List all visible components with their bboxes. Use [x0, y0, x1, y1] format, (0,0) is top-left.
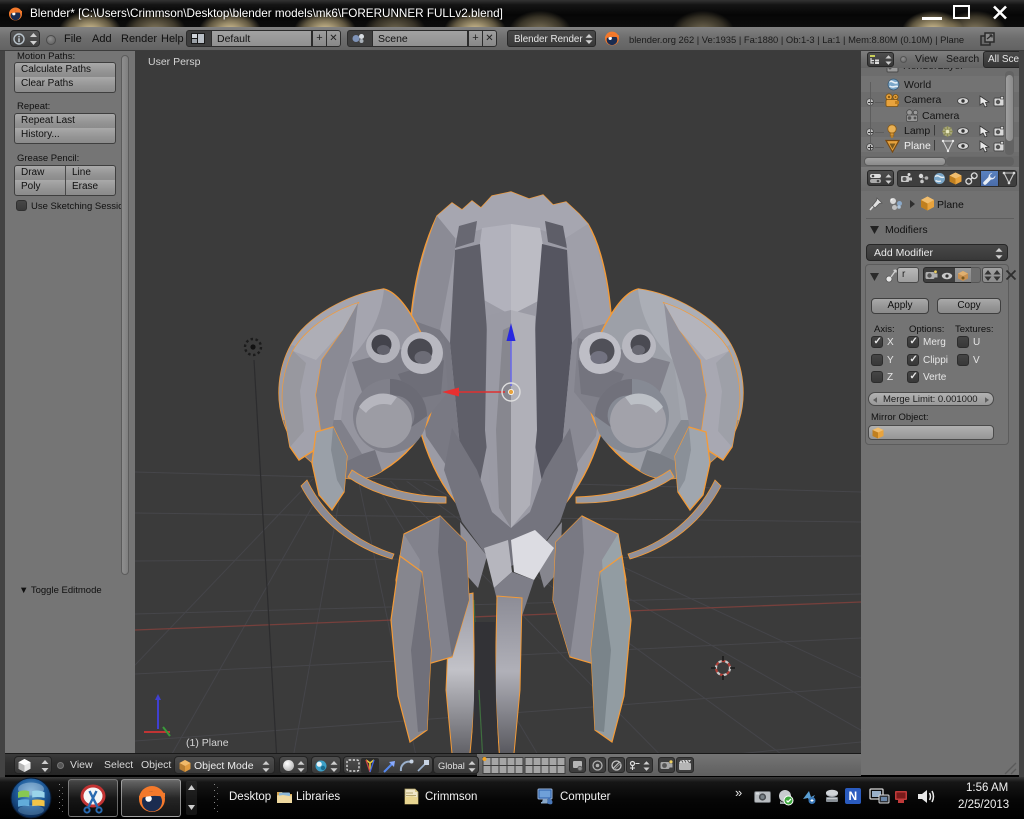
svg-text:(1) Plane: (1) Plane [186, 737, 229, 749]
svg-text:User Persp: User Persp [148, 56, 201, 68]
